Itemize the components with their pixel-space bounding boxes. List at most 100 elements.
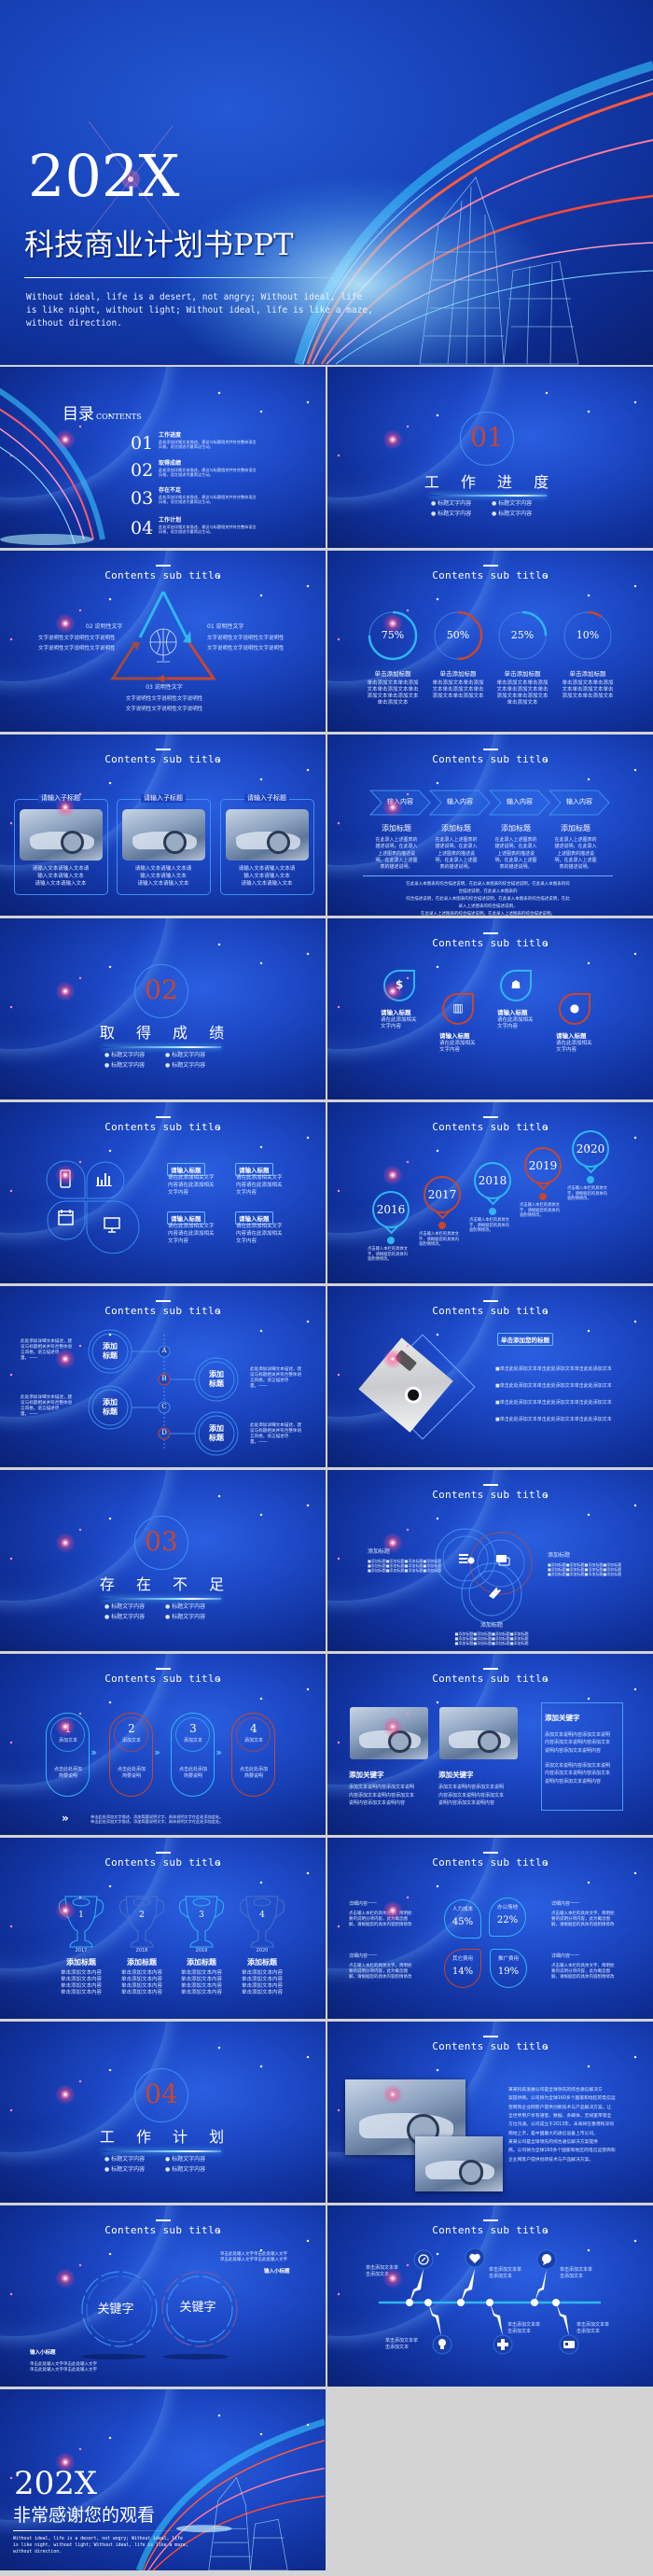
keyword-title: 添加关键字 xyxy=(438,1771,474,1779)
drop-text: 请在此添加相关 文字内容 xyxy=(439,1041,476,1054)
section-bullet: ● 标题文字内容 xyxy=(165,1614,206,1620)
triple-chevron-icon: ››› xyxy=(90,1746,97,1758)
slide-keyword-rings[interactable]: Contents sub title 关键字 关键字 单击此处输入文字单击此处输… xyxy=(0,2205,326,2387)
triangle-label-03: 03 说明性文字 xyxy=(146,684,183,691)
year-bubble[interactable]: 2020 xyxy=(572,1130,609,1168)
toc-item-title: 存在不足 xyxy=(159,487,182,494)
section-bullet: ● 标题文字内容 xyxy=(492,500,533,507)
trophy-text: 单击添加文本内容 单击添加文本内容 单击添加文本内容 单击添加文本内容 xyxy=(120,1970,163,1995)
abcd-bubble-label: 添加 标题 xyxy=(103,1341,118,1360)
car-photo xyxy=(226,809,309,861)
slide-table-of-contents[interactable]: 目录 CONTENTS 01 工作进度 此处添加详细文本描述，建议与标题相关并符合整体… xyxy=(0,367,326,548)
year-bubble[interactable]: 2016 xyxy=(372,1191,410,1228)
toc-title-text: 目录 xyxy=(63,405,94,424)
step-label: 添加文本 xyxy=(183,1738,203,1743)
cost-detail-text: 点击输入本栏的具体文字，简明扼 要的说明分项内容，此为概念图 解，请根据您的具体… xyxy=(349,1911,412,1927)
infinity-rings xyxy=(81,2271,238,2359)
slide-image-keywords[interactable]: Contents sub title 添加关键字 添加文本说明内容添加文本说明 … xyxy=(327,1654,653,1835)
cost-value: 45% xyxy=(452,1917,474,1927)
drop-title: 请输入标题 xyxy=(497,1009,528,1016)
icon-timeline-diagram xyxy=(379,2247,601,2355)
toc-item-desc: 此处添加详细文本描述，建议与标题相关并符合整体语言 风格，语言描述尽量简洁生动。 xyxy=(159,440,257,450)
section-bullet: ● 标题文字内容 xyxy=(165,1603,206,1610)
slide-cost-breakdown[interactable]: Contents sub title 人力成本 45% 办公场地 22% 其它费用 14%… xyxy=(327,1838,653,2019)
trophy-number: 2 xyxy=(139,1911,145,1920)
cover-slide[interactable]: 202X 科技商业计划书PPT Without ideal, life is a… xyxy=(0,0,653,365)
keyword-text: 添加文本说明内容添加文本说明 内容添加文本说明内容添加文本 说明内容添加文本说明… xyxy=(349,1785,415,1806)
slide-progress-circles[interactable]: Contents sub title 75% 单击添加标题 单击添加文本单击添加 文… xyxy=(327,551,653,732)
keyword-label: 关键字 xyxy=(179,2301,216,2315)
keyword-text: 添加文本说明内容添加文本说明 内容添加文本说明内容添加文本 说明内容添加文本说明… xyxy=(438,1785,505,1806)
section-glow-line xyxy=(103,2150,221,2152)
year-bubble[interactable]: 2018 xyxy=(474,1162,511,1199)
slide-year-timeline[interactable]: Contents sub title 2016 点击输入本栏的具体文 字，请根据您… xyxy=(327,1102,653,1283)
user-icon: ● xyxy=(569,1001,580,1015)
slide-photo-bullets[interactable]: Contents sub title 单击添加您的标题 ■单击此处添加文本单击此… xyxy=(327,1286,653,1467)
id-card-icon xyxy=(563,2341,575,2348)
card-text: 请输入文本请输入文本请 输入文本请输入文本 请输入文本请输入文本 xyxy=(238,866,296,887)
photo-list-bullet: ■单击此处添加文本单击此处添加文本单击此处添加文本 xyxy=(495,1366,612,1372)
process-step-label: 输入内容 xyxy=(447,798,473,805)
rings-subtitle-bottom: 输入小标题 xyxy=(30,2350,56,2356)
slide-subtitle: Contents sub title xyxy=(432,2040,549,2052)
year-label: 2019 xyxy=(528,1159,558,1172)
section-bullet: ● 标题文字内容 xyxy=(165,2156,206,2163)
process-title: 添加标题 xyxy=(501,824,531,833)
timeline-dot xyxy=(489,1208,496,1215)
abcd-text: 此处添加详细文本描述，建 议与标题相关并符合整体语 言风格，语言描述尽 量。一一 xyxy=(250,1367,302,1389)
toc-number: 01 xyxy=(131,433,154,454)
step-text: 点击此处添加 简要说明 xyxy=(178,1767,208,1779)
progress-percent: 25% xyxy=(510,629,535,641)
slide-image-cards[interactable]: Contents sub title 请输入子标题 请输入文本请输入文本请 输入文… xyxy=(0,735,326,916)
slide-closing[interactable]: 202X 非常感谢您的观看 Without ideal, life is a d… xyxy=(0,2389,326,2570)
slide-process-arrows[interactable]: Contents sub title 在此录入本图表的综合描述说明，在此录入本图… xyxy=(327,735,653,916)
year-bubble[interactable]: 2019 xyxy=(524,1147,562,1184)
toc-item-desc: 此处添加详细文本描述，建议与标题相关并符合整体语言 风格，语言描述尽量简洁生动。 xyxy=(159,468,257,478)
slide-section-01[interactable]: 01 工 作 进 度 ● 标题文字内容 ● 标题文字内容 ● 标题文字内容 ● … xyxy=(327,367,653,548)
car-photo xyxy=(350,1707,428,1759)
slide-trophies[interactable]: Contents sub title 1 2017 添加标题 单击添加文本内容 单击添… xyxy=(0,1838,326,2019)
globe-icon xyxy=(149,628,177,663)
toc-item-title: 工作进度 xyxy=(159,432,182,439)
timeline-text: 点击输入本栏的具体文 字，请根据您的具体内 容酌情修改。 xyxy=(567,1186,607,1202)
petal-title: 请输入标题 xyxy=(235,1211,273,1225)
section-bullet: ● 标题文字内容 xyxy=(104,1062,146,1069)
slide-subtitle: Contents sub title xyxy=(104,753,221,765)
slide-subtitle: Contents sub title xyxy=(432,1121,549,1133)
slide-icon-timeline[interactable]: Contents sub title 单击添加文本单 击添加文本 单击添加文本单… xyxy=(327,2205,653,2387)
slide-section-04[interactable]: 04 工 作 计 划 ● 标题文字内容 ● 标题文字内容 ● 标题文字内容 ● … xyxy=(0,2022,326,2203)
slide-abcd-bubbles[interactable]: Contents sub title A B C D 添加 标题 添加 标题 添加 标题 添加… xyxy=(0,1286,326,1467)
slide-company-intro[interactable]: Contents sub title 某某科技发展公司是全球领先的综合通信解决方… xyxy=(327,2022,653,2203)
year-bubble[interactable]: 2017 xyxy=(424,1176,461,1213)
abcd-letter: D xyxy=(161,1429,167,1436)
drop-title: 请输入标题 xyxy=(381,1009,411,1016)
slide-four-petal-icons[interactable]: Contents sub title 请输入标题 请在此添加相关文字 内容请在此添… xyxy=(0,1102,326,1283)
step-number: 1 xyxy=(64,1722,72,1735)
cost-detail-title: 详细内容一一 xyxy=(551,1953,580,1959)
cost-detail-text: 点击输入本栏的具体文字，简明扼 要的说明分项内容，此为概念图 解，请根据您的具体… xyxy=(551,1964,615,1980)
timeline-text: 点击输入本栏的具体文 字，请根据您的具体内 容酌情修改。 xyxy=(520,1203,560,1219)
cover-tagline: Without ideal, life is a desert, not ang… xyxy=(26,292,373,329)
trophy-year: 2018 xyxy=(135,1948,148,1953)
process-text: 在此录入上述图表的 描述说明，在此录入 上述图表的描述说 明，在此录入上述图 表… xyxy=(435,837,478,870)
step-text: 点击此处添加 简要说明 xyxy=(239,1767,269,1779)
progress-text: 单击添加文本单击添加 文本单击添加文本单击 添加文本单击添加文本 单击添加文本 xyxy=(367,680,419,706)
rings-text-top: 单击此处输入文字单击此处输入文字 单击此处输入文字单击此处输入文字 xyxy=(220,2252,287,2262)
process-text: 在此录入上述图表的 描述说明，在此录入 上述图表的描述说 明，在此录入上述图 表… xyxy=(375,837,418,870)
slide-section-02[interactable]: 02 取 得 成 绩 ● 标题文字内容 ● 标题文字内容 ● 标题文字内容 ● … xyxy=(0,918,326,1099)
abcd-letter: C xyxy=(161,1403,167,1410)
process-step-label: 输入内容 xyxy=(387,798,413,805)
chevron-steps xyxy=(368,790,610,816)
slide-numbered-steps[interactable]: Contents sub title » 单击此处添加文字描述，添加简要说明文字… xyxy=(0,1654,326,1835)
slide-section-03[interactable]: 03 存 在 不 足 ● 标题文字内容 ● 标题文字内容 ● 标题文字内容 ● … xyxy=(0,1470,326,1651)
slide-teardrop-icons[interactable]: Contents sub title $ 请输入标题 请在此添加相关 文字内容 ▥ 请输… xyxy=(327,918,653,1099)
trophy-year: 2019 xyxy=(195,1948,208,1953)
presenter-icon: ▥ xyxy=(452,1001,464,1015)
cost-value: 22% xyxy=(496,1915,519,1925)
slide-venn-icons[interactable]: Contents sub title 添加标题 ■添加标题■添加标题■添加标题■… xyxy=(327,1470,653,1651)
cost-detail-text: 点击输入本栏的具体文字，简明扼 要的说明分项内容，此为概念图 解，请根据您的具体… xyxy=(551,1911,615,1927)
tag-icon xyxy=(489,1588,501,1599)
venn-text-left: ■添加标题■添加标题■添加标题■添加标题 ■添加标题■添加标题■添加标题■添加标… xyxy=(368,1559,442,1574)
slide-triangle-cycle[interactable]: Contents sub title 02 说明性文字 文字说明性文字说明性文字… xyxy=(0,551,326,732)
timeline-text: 点击输入本栏的具体文 字，请根据您的具体内 容酌情修改。 xyxy=(368,1247,408,1263)
